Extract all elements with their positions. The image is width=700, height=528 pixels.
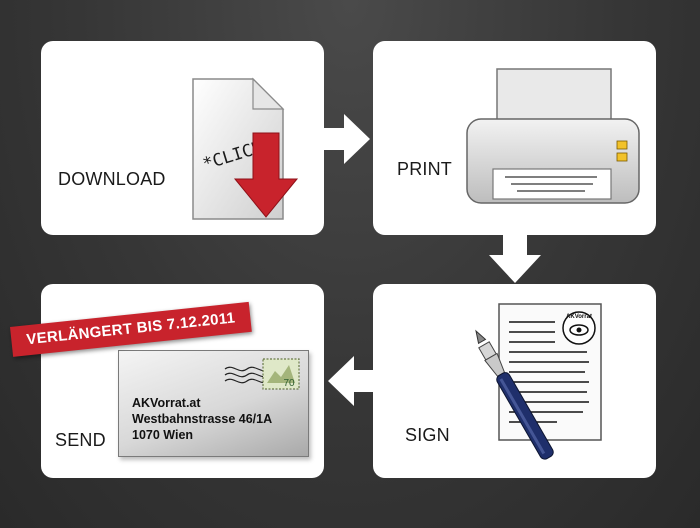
- arrow-right-icon: [324, 114, 370, 164]
- stamp-icon: 70: [224, 358, 300, 390]
- step-send-label: SEND: [55, 430, 106, 450]
- address-line: AKVorrat.at: [132, 396, 201, 410]
- step-print-label: PRINT: [397, 159, 452, 179]
- arrow-down-icon: [489, 235, 541, 283]
- address-line: 1070 Wien: [132, 428, 194, 442]
- step-sign-label: SIGN: [405, 425, 450, 445]
- envelope-icon: AKVorrat.at Westbahnstrasse 46/1A 1070 W…: [118, 350, 309, 457]
- download-arrow-icon: [233, 132, 299, 218]
- address-line: Westbahnstrasse 46/1A: [132, 412, 273, 426]
- fountain-pen-icon: [475, 329, 554, 460]
- arrow-left-icon: [328, 356, 374, 406]
- printer-icon: [466, 68, 640, 204]
- stamp-value: 70: [283, 378, 295, 389]
- step-download-label: DOWNLOAD: [58, 169, 166, 189]
- step-print-card[interactable]: PRINT: [373, 41, 656, 235]
- step-download-card[interactable]: DOWNLOAD *CLICK*: [41, 41, 324, 235]
- sign-logo-text: AKVorrat: [566, 314, 592, 320]
- step-sign-card[interactable]: SIGN AKVorrat: [373, 284, 656, 478]
